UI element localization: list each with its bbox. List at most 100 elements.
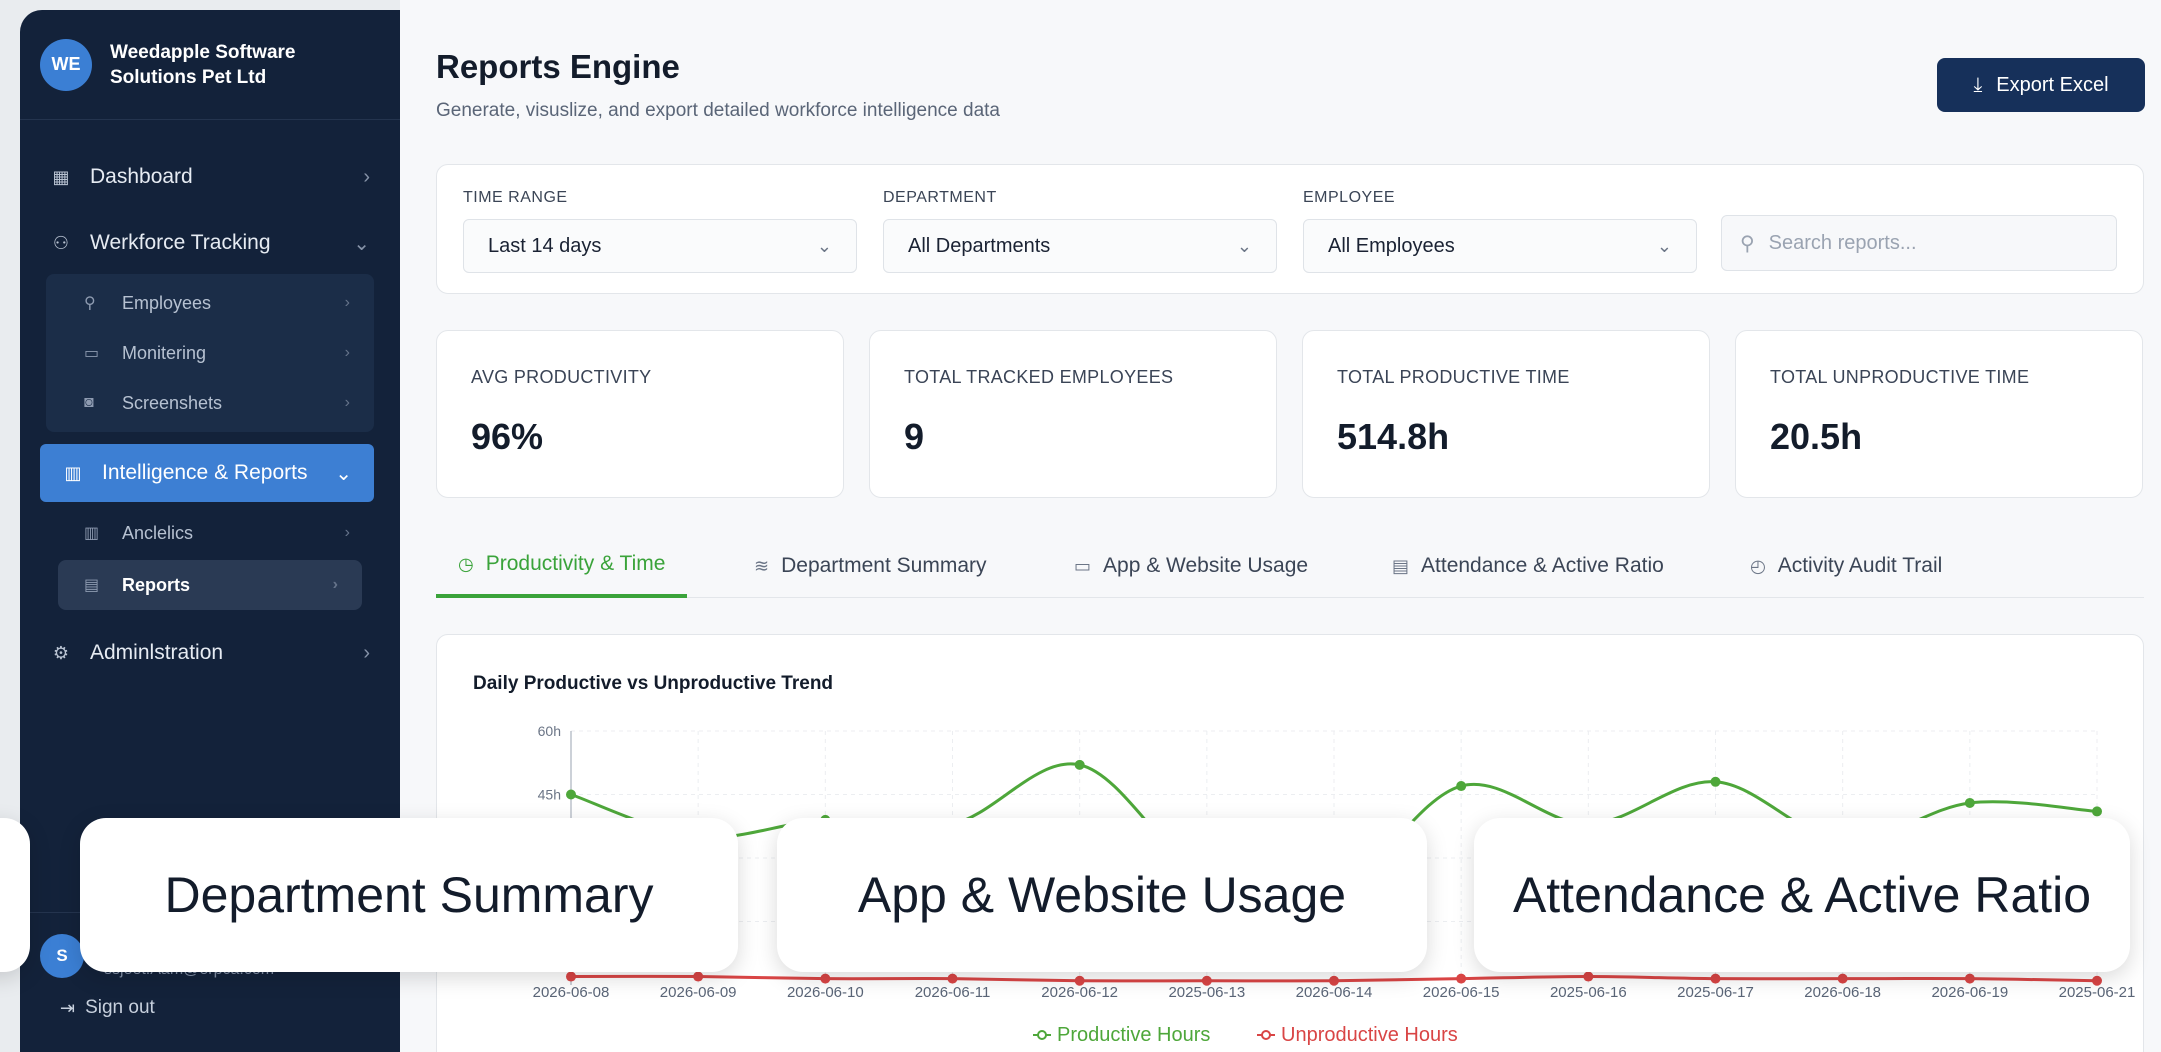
legend-label: Productive Hours (1057, 1024, 1210, 1046)
layers-icon: ≋ (754, 555, 770, 576)
page-title: Reports Engine (436, 48, 680, 85)
filter-bar: TIME RANGE Last 14 days ⌄ DEPARTMENT All… (436, 164, 2144, 294)
clock-icon: ◷ (458, 553, 474, 574)
stat-card-unproductive-time: TOTAL UNPRODUCTIVE TIME 20.5h (1735, 330, 2143, 498)
select-value: All Employees (1328, 234, 1455, 257)
overlay-attendance-active-ratio[interactable]: Attendance & Active Ratio (1474, 818, 2130, 972)
avatar: S (40, 934, 84, 978)
sidebar-item-reports[interactable]: ▤ Reports › (58, 560, 362, 610)
data-point-productive (2092, 806, 2102, 817)
stat-label: AVG PRODUCTIVITY (471, 367, 652, 387)
search-input[interactable]: ⚲ Search reports... (1721, 215, 2117, 271)
search-placeholder: Search reports... (1768, 231, 1917, 254)
overlay-department-summary[interactable]: Department Summary (80, 818, 738, 972)
data-point-productive (1456, 781, 1467, 792)
chevron-down-icon: ⌄ (335, 462, 352, 485)
sidebar-item-label: Intelligence & Reports (102, 461, 308, 484)
data-point-unproductive (2092, 975, 2102, 986)
data-point-unproductive (1583, 971, 1594, 982)
x-tick-label: 2026-06-08 (533, 984, 610, 1001)
stat-label: TOTAL TRACKED EMPLOYEES (904, 367, 1174, 387)
y-tick-label: 60h (538, 723, 561, 739)
sidebar-item-label: Anclelics (122, 522, 194, 543)
tab-productivity-time[interactable]: ◷ Productivity & Time (436, 534, 688, 598)
sidebar-item-label: Adminlstration (90, 641, 224, 664)
time-range-select[interactable]: Last 14 days ⌄ (463, 219, 857, 273)
sidebar-item-label: Monitering (122, 342, 207, 363)
stat-card-productive-time: TOTAL PRODUCTIVE TIME 514.8h (1302, 330, 1710, 498)
sidebar-item-employees[interactable]: ⚲ Employees › (46, 278, 374, 328)
filter-label: TIME RANGE (463, 189, 568, 206)
sign-out-label: Sign out (85, 997, 155, 1018)
document-icon: ▤ (1392, 555, 1410, 576)
export-excel-button[interactable]: ⤓ Export Excel (1937, 58, 2145, 112)
sidebar-item-dashboard[interactable]: ▦ Dashboard › (20, 148, 400, 206)
report-tabs: ◷ Productivity & Time ≋ Department Summa… (436, 534, 2144, 598)
x-tick-label: 2026-06-15 (1423, 984, 1500, 1001)
legend-swatch-marker (1037, 1030, 1047, 1040)
sidebar-item-analytics[interactable]: ▥ Anclelics › (46, 508, 374, 558)
document-icon: ▤ (84, 577, 100, 594)
chevron-right-icon: › (363, 165, 370, 188)
overlay-app-website-usage[interactable]: App & Website Usage (777, 818, 1427, 972)
brand-logo: WE (40, 38, 92, 91)
chevron-right-icon: › (344, 394, 350, 411)
sidebar-item-screenshots[interactable]: ◙ Screenshets › (46, 378, 374, 428)
data-point-unproductive (1964, 973, 1975, 984)
analytics-icon: ▥ (84, 525, 100, 542)
data-point-productive (566, 789, 576, 800)
data-point-unproductive (820, 973, 831, 984)
employee-filter: EMPLOYEE All Employees ⌄ (1303, 189, 1697, 273)
employee-select[interactable]: All Employees ⌄ (1303, 219, 1697, 273)
download-icon: ⤓ (1973, 73, 1983, 96)
chevron-right-icon: › (363, 641, 370, 664)
sidebar-item-label: Werkforce Tracking (90, 231, 271, 254)
sign-out-button[interactable]: ⇥ Sign out (20, 979, 400, 1037)
search-icon: ⚲ (1740, 232, 1755, 255)
x-tick-label: 2026-06-09 (660, 984, 737, 1001)
page-subtitle: Generate, visuslize, and export detailed… (436, 100, 1000, 121)
time-range-filter: TIME RANGE Last 14 days ⌄ (463, 189, 857, 273)
stat-value: 96% (471, 416, 544, 457)
tab-app-website-usage[interactable]: ▭ App & Website Usage (1074, 534, 1308, 598)
history-icon: ◴ (1750, 555, 1766, 576)
sidebar-item-label: Employees (122, 292, 212, 313)
x-tick-label: 2026-06-14 (1296, 984, 1373, 1001)
x-tick-label: 2025-06-13 (1168, 984, 1245, 1001)
x-tick-label: 2025-06-21 (2059, 984, 2136, 1001)
stat-label: TOTAL UNPRODUCTIVE TIME (1770, 367, 2030, 387)
data-point-unproductive (693, 971, 704, 982)
tab-label: Attendance & Active Ratio (1421, 554, 1664, 577)
data-point-unproductive (1456, 973, 1467, 984)
overlay-label: Department Summary (164, 867, 654, 923)
intelligence-subnav: ▥ Anclelics › ▤ Reports › (46, 504, 374, 616)
brand: WE Weedapple Software Solutions Pet Ltd (20, 10, 400, 120)
monitor-icon: ▭ (1074, 555, 1092, 576)
data-point-unproductive (566, 971, 576, 982)
users-icon: ⚇ (52, 232, 70, 253)
stat-value: 9 (904, 416, 925, 457)
grid-icon: ▦ (52, 166, 70, 187)
sidebar-item-intelligence-reports[interactable]: ▥ Intelligence & Reports ⌄ (40, 444, 374, 502)
sidebar-item-administration[interactable]: ⚙ Adminlstration › (20, 624, 400, 682)
x-tick-label: 2026-06-12 (1041, 984, 1118, 1001)
x-tick-label: 2026-06-19 (1931, 984, 2008, 1001)
sidebar-item-workforce-tracking[interactable]: ⚇ Werkforce Tracking ⌄ (20, 214, 400, 272)
workforce-subnav: ⚲ Employees › ▭ Monitering › ◙ Screenshe… (46, 274, 374, 432)
sidebar-item-monitoring[interactable]: ▭ Monitering › (46, 328, 374, 378)
tab-attendance-active-ratio[interactable]: ▤ Attendance & Active Ratio (1392, 534, 1664, 598)
department-select[interactable]: All Departments ⌄ (883, 219, 1277, 273)
sidebar-item-label: Reports (122, 574, 191, 595)
chevron-down-icon: ⌄ (1656, 235, 1672, 256)
data-point-unproductive (1710, 973, 1721, 984)
stat-value: 514.8h (1337, 416, 1450, 457)
tab-activity-audit-trail[interactable]: ◴ Activity Audit Trail (1750, 534, 1942, 598)
tab-label: Productivity & Time (485, 552, 666, 575)
chevron-down-icon: ⌄ (353, 232, 370, 255)
select-value: All Departments (908, 234, 1051, 257)
overlay-label: Attendance & Active Ratio (1512, 867, 2092, 923)
data-point-unproductive (1074, 975, 1085, 986)
data-point-productive (1710, 776, 1721, 787)
tab-label: App & Website Usage (1103, 554, 1309, 577)
tab-department-summary[interactable]: ≋ Department Summary (754, 534, 987, 598)
